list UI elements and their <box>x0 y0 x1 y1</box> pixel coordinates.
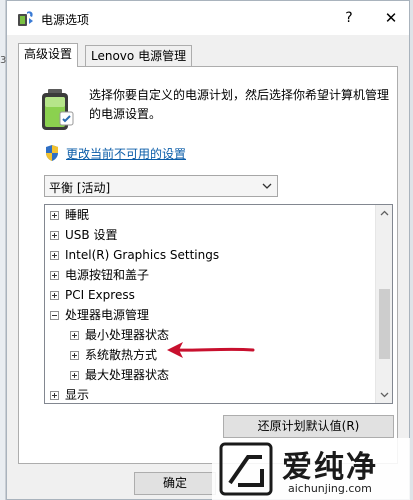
help-button[interactable]: ? <box>337 7 361 29</box>
tree-item-label: 系统散热方式 <box>85 348 158 362</box>
tab-advanced-settings[interactable]: 高级设置 <box>18 43 79 67</box>
tree-item-label: Intel(R) Graphics Settings <box>65 248 220 262</box>
power-plan-value: 平衡 [活动] <box>49 181 111 195</box>
expand-icon[interactable] <box>70 331 79 340</box>
close-button[interactable]: ✕ <box>379 7 403 29</box>
expand-icon[interactable] <box>50 231 59 240</box>
tree-item-label: PCI Express <box>65 288 135 302</box>
collapse-icon[interactable] <box>50 311 59 320</box>
tree-item-sleep[interactable]: 睡眠 <box>45 205 375 225</box>
power-settings-tree[interactable]: 睡眠 USB 设置 Intel(R) Graphics Settings 电源按… <box>44 204 393 404</box>
tree-item-display[interactable]: 显示 <box>45 385 375 403</box>
tree-item-maximum-processor-state[interactable]: 最大处理器状态 <box>45 365 375 385</box>
power-options-dialog: 电源选项 ? ✕ 高级设置 Lenovo 电源管理 选择你要自定义的电源计划，然… <box>6 0 410 500</box>
tree-item-minimum-processor-state[interactable]: 最小处理器状态 <box>45 325 375 345</box>
tree-item-processor-power-management[interactable]: 处理器电源管理 <box>45 305 375 325</box>
title-bar[interactable]: 电源选项 ? ✕ <box>7 1 409 35</box>
scroll-up-icon[interactable] <box>376 205 393 222</box>
window-title: 电源选项 <box>41 13 90 27</box>
watermark: 爱纯净 aichunjing.com <box>212 438 410 500</box>
tree-item-label: 最大处理器状态 <box>85 368 170 382</box>
tree-item-label: 电源按钮和盖子 <box>65 268 150 282</box>
tree-item-label: 睡眠 <box>65 208 90 222</box>
tree-item-power-buttons-lid[interactable]: 电源按钮和盖子 <box>45 265 375 285</box>
expand-icon[interactable] <box>50 271 59 280</box>
ok-button[interactable]: 确定 <box>134 472 216 495</box>
watermark-url: aichunjing.com <box>288 482 372 495</box>
restore-plan-defaults-button[interactable]: 还原计划默认值(R) <box>223 415 394 438</box>
power-options-icon <box>18 11 33 26</box>
uac-shield-icon <box>46 145 58 161</box>
change-unavailable-settings-link[interactable]: 更改当前不可用的设置 <box>66 145 186 162</box>
watermark-text: 爱纯净 <box>282 450 378 485</box>
tree-item-label: USB 设置 <box>65 228 118 242</box>
tree-item-system-cooling-policy[interactable]: 系统散热方式 <box>45 345 375 365</box>
expand-icon[interactable] <box>50 391 59 400</box>
expand-icon[interactable] <box>70 351 79 360</box>
battery-icon <box>42 89 74 130</box>
tree-item-label: 最小处理器状态 <box>85 328 170 342</box>
expand-icon[interactable] <box>50 291 59 300</box>
scroll-thumb[interactable] <box>379 289 390 359</box>
expand-icon[interactable] <box>50 211 59 220</box>
expand-icon[interactable] <box>70 371 79 380</box>
expand-icon[interactable] <box>50 251 59 260</box>
scroll-down-icon[interactable] <box>376 386 393 403</box>
tree-item-label: 显示 <box>65 388 90 402</box>
power-plan-select[interactable]: 平衡 [活动] <box>44 175 278 197</box>
plan-description: 选择你要自定义的电源计划，然后选择你希望计算机管理的电源设置。 <box>89 88 390 121</box>
tree-item-intel-graphics[interactable]: Intel(R) Graphics Settings <box>45 245 375 265</box>
watermark-logo-icon <box>219 442 273 496</box>
chevron-down-icon <box>262 183 272 189</box>
tree-item-label: 处理器电源管理 <box>65 308 150 322</box>
tree-item-usb-settings[interactable]: USB 设置 <box>45 225 375 245</box>
advanced-settings-panel: 选择你要自定义的电源计划，然后选择你希望计算机管理的电源设置。 更改当前不可用的… <box>18 66 398 464</box>
tree-item-pci-express[interactable]: PCI Express <box>45 285 375 305</box>
tree-scrollbar[interactable] <box>375 205 392 403</box>
tab-lenovo-power-management[interactable]: Lenovo 电源管理 <box>85 45 193 67</box>
